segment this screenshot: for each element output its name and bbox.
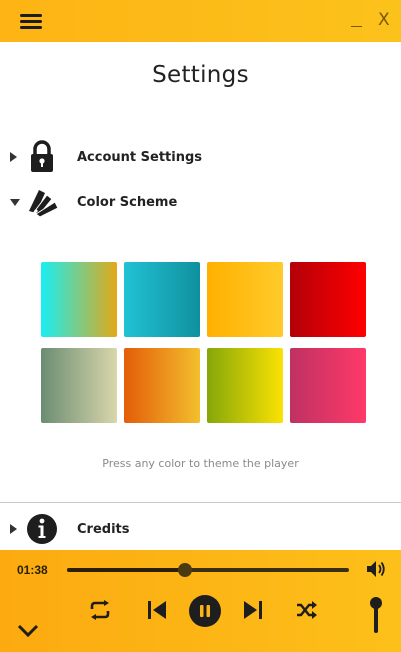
color-swatch-teal[interactable] <box>124 262 200 337</box>
expand-arrow-icon <box>10 524 17 534</box>
color-swatch-grid <box>41 262 367 424</box>
volume-icon[interactable] <box>366 560 386 578</box>
section-color-scheme[interactable]: Color Scheme <box>0 182 401 222</box>
seek-bar[interactable] <box>67 563 349 577</box>
minimize-icon <box>351 26 362 27</box>
color-swatch-crimson[interactable] <box>290 262 366 337</box>
color-swatch-rose[interactable] <box>290 348 366 423</box>
volume-thumb[interactable] <box>370 597 382 610</box>
chevron-down-icon[interactable] <box>17 624 39 638</box>
title-bar: X <box>0 0 401 42</box>
section-account-settings[interactable]: Account Settings <box>0 137 401 177</box>
elapsed-time: 01:38 <box>17 563 48 577</box>
next-track-icon[interactable] <box>243 600 263 620</box>
page-title: Settings <box>152 62 249 88</box>
previous-track-icon[interactable] <box>147 600 167 620</box>
color-swatch-cyan-gold[interactable] <box>41 262 117 337</box>
color-swatch-lime[interactable] <box>207 348 283 423</box>
lock-icon <box>31 140 53 172</box>
color-swatch-amber[interactable] <box>207 262 283 337</box>
minimize-button[interactable] <box>351 8 363 32</box>
seek-thumb[interactable] <box>178 563 193 577</box>
section-label: Credits <box>77 522 130 537</box>
shuffle-icon[interactable] <box>296 601 318 619</box>
info-icon <box>27 514 57 544</box>
expand-arrow-icon <box>10 152 17 162</box>
close-button[interactable]: X <box>378 10 390 30</box>
seek-progress <box>67 568 186 572</box>
section-label: Color Scheme <box>77 195 178 210</box>
volume-slider[interactable] <box>370 593 382 633</box>
repeat-icon[interactable] <box>88 600 112 620</box>
pause-button[interactable] <box>189 595 221 627</box>
hamburger-menu-icon[interactable] <box>20 14 42 30</box>
color-scheme-hint: Press any color to theme the player <box>102 457 299 470</box>
color-swatch-sage[interactable] <box>41 348 117 423</box>
collapse-arrow-icon <box>10 199 20 206</box>
color-palette-icon <box>29 190 59 218</box>
section-credits[interactable]: Credits <box>0 509 401 549</box>
pause-icon <box>200 605 210 617</box>
divider <box>0 502 401 503</box>
section-label: Account Settings <box>77 150 203 165</box>
color-swatch-orange[interactable] <box>124 348 200 423</box>
player-bar: 01:38 <box>0 550 401 652</box>
